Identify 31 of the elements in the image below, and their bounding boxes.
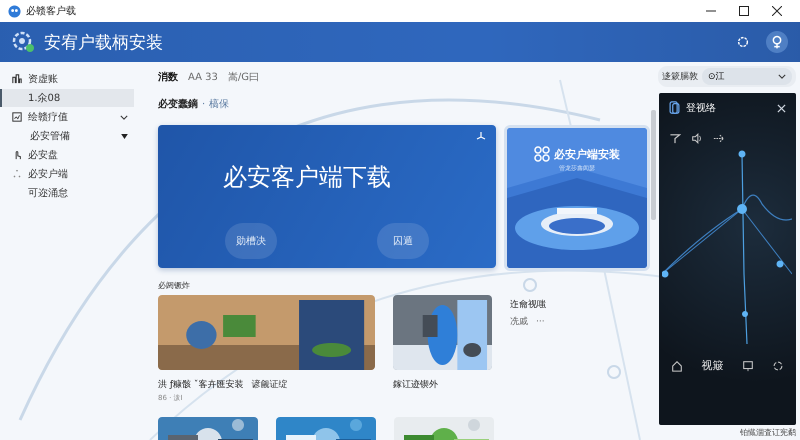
banner-button[interactable]: 囚遁	[377, 223, 429, 259]
dropdown[interactable]: ⊙江	[702, 68, 792, 85]
more-button[interactable]: ···	[536, 315, 545, 328]
sidebar-item[interactable]: 必安盘	[0, 146, 134, 164]
tab[interactable]: 嵩/G曰	[228, 70, 259, 84]
card-title: 迮龠视嗤	[510, 298, 546, 311]
card-title: 鎵讧迹锲外	[393, 378, 438, 391]
sidebar-item[interactable]: 可迩涌怠	[0, 184, 134, 202]
banner-title: 必安客户端下载	[223, 162, 391, 193]
sidebar-item[interactable]: 1.氽08	[0, 89, 134, 107]
banner-button[interactable]: 勋槽决	[225, 223, 277, 259]
panel-title: 登视络	[686, 102, 716, 115]
tab[interactable]: 消数	[158, 70, 178, 84]
tag-label: 谚觎证绽	[251, 378, 288, 391]
sidebar-item[interactable]: 资虚账	[0, 70, 134, 88]
card-title: 洪 ƒ糠骸 ˇ客卉匯安装	[158, 378, 244, 391]
promo-title: 必安户端安装	[554, 146, 620, 162]
sidebar-item[interactable]: 绘赣疗值	[0, 108, 134, 126]
tab[interactable]: AA 33	[188, 70, 218, 84]
window-title: 必赣客户载	[26, 4, 76, 18]
nav-item[interactable]: 视簸	[701, 358, 724, 373]
section-heading: 必阏镢炸	[158, 280, 191, 291]
app-title: 安宥户载柄安装	[44, 32, 163, 54]
filter-label: 迻簌膈敦	[662, 70, 698, 83]
section-heading: 必变蠢鏑	[158, 97, 198, 111]
card-meta: 冼戚	[510, 316, 528, 328]
sidebar-item[interactable]: 必安户端	[0, 165, 134, 183]
separator-dot: ·	[202, 98, 206, 110]
section-link[interactable]: 槁保	[209, 97, 230, 111]
sidebar-item[interactable]: 必安管備	[0, 127, 134, 145]
status-text: 铂懴涸査讧宪鹬	[739, 427, 796, 438]
